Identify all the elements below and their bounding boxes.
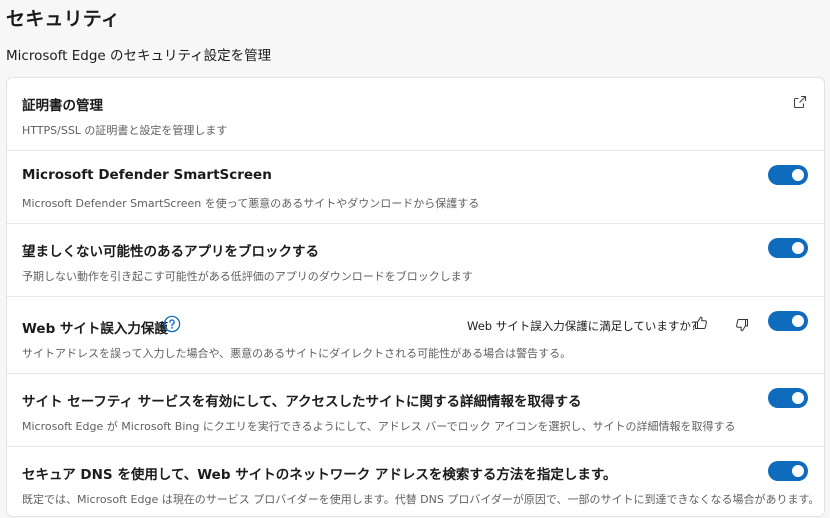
thumbs-up-icon[interactable] (693, 315, 709, 331)
security-settings-page: セキュリティ Microsoft Edge のセキュリティ設定を管理 証明書の管… (0, 0, 830, 517)
toggle-knob (792, 465, 804, 477)
setting-description: 予期しない動作を引き起こす可能性がある低評価のアプリのダウンロードをブロックしま… (22, 270, 473, 283)
setting-row-pua-blocking: 望ましくない可能性のあるアプリをブロックする 予期しない動作を引き起こす可能性が… (7, 224, 824, 297)
external-link-icon[interactable] (792, 94, 808, 110)
setting-title: サイト セーフティ サービスを有効にして、アクセスしたサイトに関する詳細情報を取… (22, 394, 582, 410)
setting-row-certificates[interactable]: 証明書の管理 HTTPS/SSL の証明書と設定を管理します (7, 78, 824, 151)
typo-protection-toggle[interactable] (768, 311, 808, 331)
feedback-question: Web サイト誤入力保護に満足していますか? (467, 319, 697, 333)
setting-title: Microsoft Defender SmartScreen (22, 167, 272, 183)
toggle-knob (792, 392, 804, 404)
thumbs-down-icon[interactable] (734, 317, 750, 333)
page-subtitle: Microsoft Edge のセキュリティ設定を管理 (6, 48, 272, 64)
pua-blocking-toggle[interactable] (768, 238, 808, 258)
setting-title: 望ましくない可能性のあるアプリをブロックする (22, 244, 319, 260)
page-title: セキュリティ (6, 8, 121, 30)
setting-row-smartscreen: Microsoft Defender SmartScreen Microsoft… (7, 151, 824, 224)
setting-description: Microsoft Defender SmartScreen を使って悪意のある… (22, 197, 480, 210)
setting-row-typo-protection: Web サイト誤入力保護 Web サイト誤入力保護に満足していますか? サイトア… (7, 297, 824, 374)
toggle-knob (792, 315, 804, 327)
setting-row-secure-dns: セキュア DNS を使用して、Web サイトのネットワーク アドレスを検索する方… (7, 447, 824, 518)
setting-title: 証明書の管理 (22, 98, 103, 114)
setting-description: Microsoft Edge が Microsoft Bing にクエリを実行で… (22, 420, 736, 433)
setting-description: サイトアドレスを誤って入力した場合や、悪意のあるサイトにダイレクトされる可能性が… (22, 347, 572, 360)
help-circle-icon[interactable] (163, 315, 181, 333)
site-safety-toggle[interactable] (768, 388, 808, 408)
setting-title: セキュア DNS を使用して、Web サイトのネットワーク アドレスを検索する方… (22, 467, 617, 483)
secure-dns-toggle[interactable] (768, 461, 808, 481)
setting-title: Web サイト誤入力保護 (22, 321, 168, 337)
setting-row-site-safety: サイト セーフティ サービスを有効にして、アクセスしたサイトに関する詳細情報を取… (7, 374, 824, 447)
setting-description: HTTPS/SSL の証明書と設定を管理します (22, 124, 228, 137)
toggle-knob (792, 242, 804, 254)
toggle-knob (792, 169, 804, 181)
smartscreen-toggle[interactable] (768, 165, 808, 185)
setting-description: 既定では、Microsoft Edge は現在のサービス プロバイダーを使用しま… (22, 493, 820, 506)
security-settings-card: 証明書の管理 HTTPS/SSL の証明書と設定を管理します Microsoft… (6, 77, 825, 517)
